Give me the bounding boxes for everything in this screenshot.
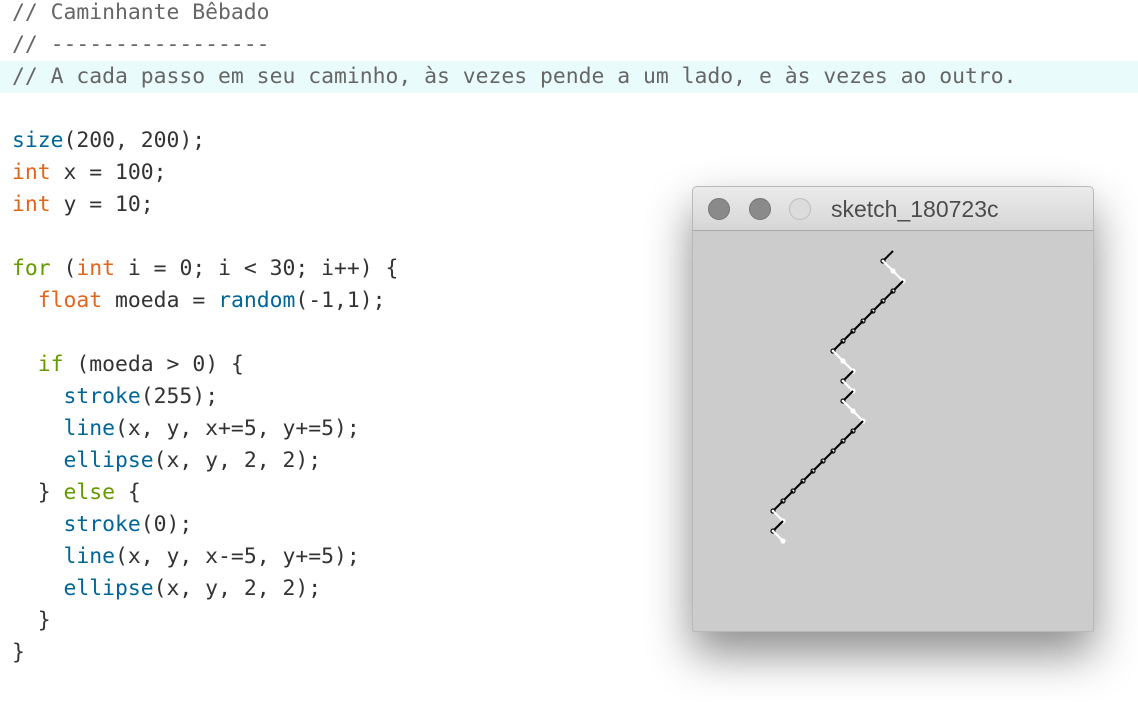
code-line-text: if (moeda > 0) { [12,349,244,381]
close-window-button[interactable] [708,198,730,220]
code-token-comment: // A cada passo em seu caminho, às vezes… [12,64,1017,89]
code-line-text: stroke(0); [12,509,193,541]
code-token-func: line [63,544,116,569]
code-token-plain: moeda = [102,288,219,313]
window-titlebar[interactable]: sketch_180723c [693,187,1093,231]
code-line[interactable]: } [0,637,1138,669]
walk-point [780,538,786,544]
code-token-plain: (moeda > 0) { [63,352,244,377]
code-line[interactable]: int x = 100; [0,157,1138,189]
code-line-text: line(x, y, x-=5, y+=5); [12,541,360,573]
code-token-plain: i = 0; i < 30; i++) { [115,256,399,281]
code-token-comment: // ----------------- [12,32,270,57]
code-line-text: // ----------------- [12,29,270,61]
code-line-text: int x = 100; [12,157,167,189]
code-line[interactable]: size(200, 200); [0,125,1138,157]
code-token-func: ellipse [63,576,154,601]
code-line-text: float moeda = random(-1,1); [12,285,386,317]
code-token-type: int [76,256,116,281]
code-token-plain: (x, y, x-=5, y+=5); [115,544,360,569]
code-token-ctrl: else [63,480,116,505]
drunkard-walk-drawing [770,250,906,544]
code-token-func: stroke [63,512,141,537]
code-token-plain: } [12,480,64,505]
code-line-text: for (int i = 0; i < 30; i++) { [12,253,398,285]
code-token-plain: (x, y, 2, 2); [153,448,322,473]
code-line-text: line(x, y, x+=5, y+=5); [12,413,360,445]
code-line[interactable]: // ----------------- [0,29,1138,61]
code-line[interactable]: // Caminhante Bêbado [0,0,1138,29]
code-token-type: float [37,288,103,313]
code-token-ctrl: if [37,352,64,377]
code-token-func: random [218,288,296,313]
code-token-type: int [12,160,51,185]
code-line-text: // Caminhante Bêbado [12,0,270,29]
code-token-func: ellipse [63,448,154,473]
code-line-current[interactable]: // A cada passo em seu caminho, às vezes… [0,61,1138,93]
window-title: sketch_180723c [831,196,999,222]
code-line-text: stroke(255); [12,381,219,413]
code-line-text: } [12,637,25,669]
sketch-window[interactable]: sketch_180723c [692,186,1094,632]
zoom-window-button[interactable] [789,198,811,220]
code-token-comment: // Caminhante Bêbado [12,0,270,25]
sketch-canvas [693,231,1093,631]
code-line[interactable] [0,93,1138,125]
code-line-text: size(200, 200); [12,125,205,157]
code-token-plain: y = 10; [50,192,154,217]
code-line-text: ellipse(x, y, 2, 2); [12,573,322,605]
code-line-text: // A cada passo em seu caminho, às vezes… [12,61,1017,93]
code-token-type: int [12,192,51,217]
code-token-plain: (0); [140,512,193,537]
code-token-plain: } [12,640,25,665]
code-token-plain: (200, 200); [63,128,206,153]
minimize-window-button[interactable] [749,198,771,220]
code-line-text: int y = 10; [12,189,154,221]
code-token-func: size [12,128,64,153]
code-token-func: line [63,416,116,441]
code-token-plain: (x, y, 2, 2); [153,576,322,601]
code-token-plain: } [12,608,51,633]
code-token-plain: { [115,480,141,505]
code-token-ctrl: for [12,256,51,281]
code-token-plain: (-1,1); [295,288,386,313]
code-token-plain: (x, y, x+=5, y+=5); [115,416,360,441]
code-token-plain: x = 100; [50,160,167,185]
code-line-text: } [12,605,51,637]
code-token-plain: (255); [140,384,219,409]
code-token-plain: ( [50,256,77,281]
code-line-text: ellipse(x, y, 2, 2); [12,445,322,477]
code-token-func: stroke [63,384,141,409]
code-line-text: } else { [12,477,141,509]
